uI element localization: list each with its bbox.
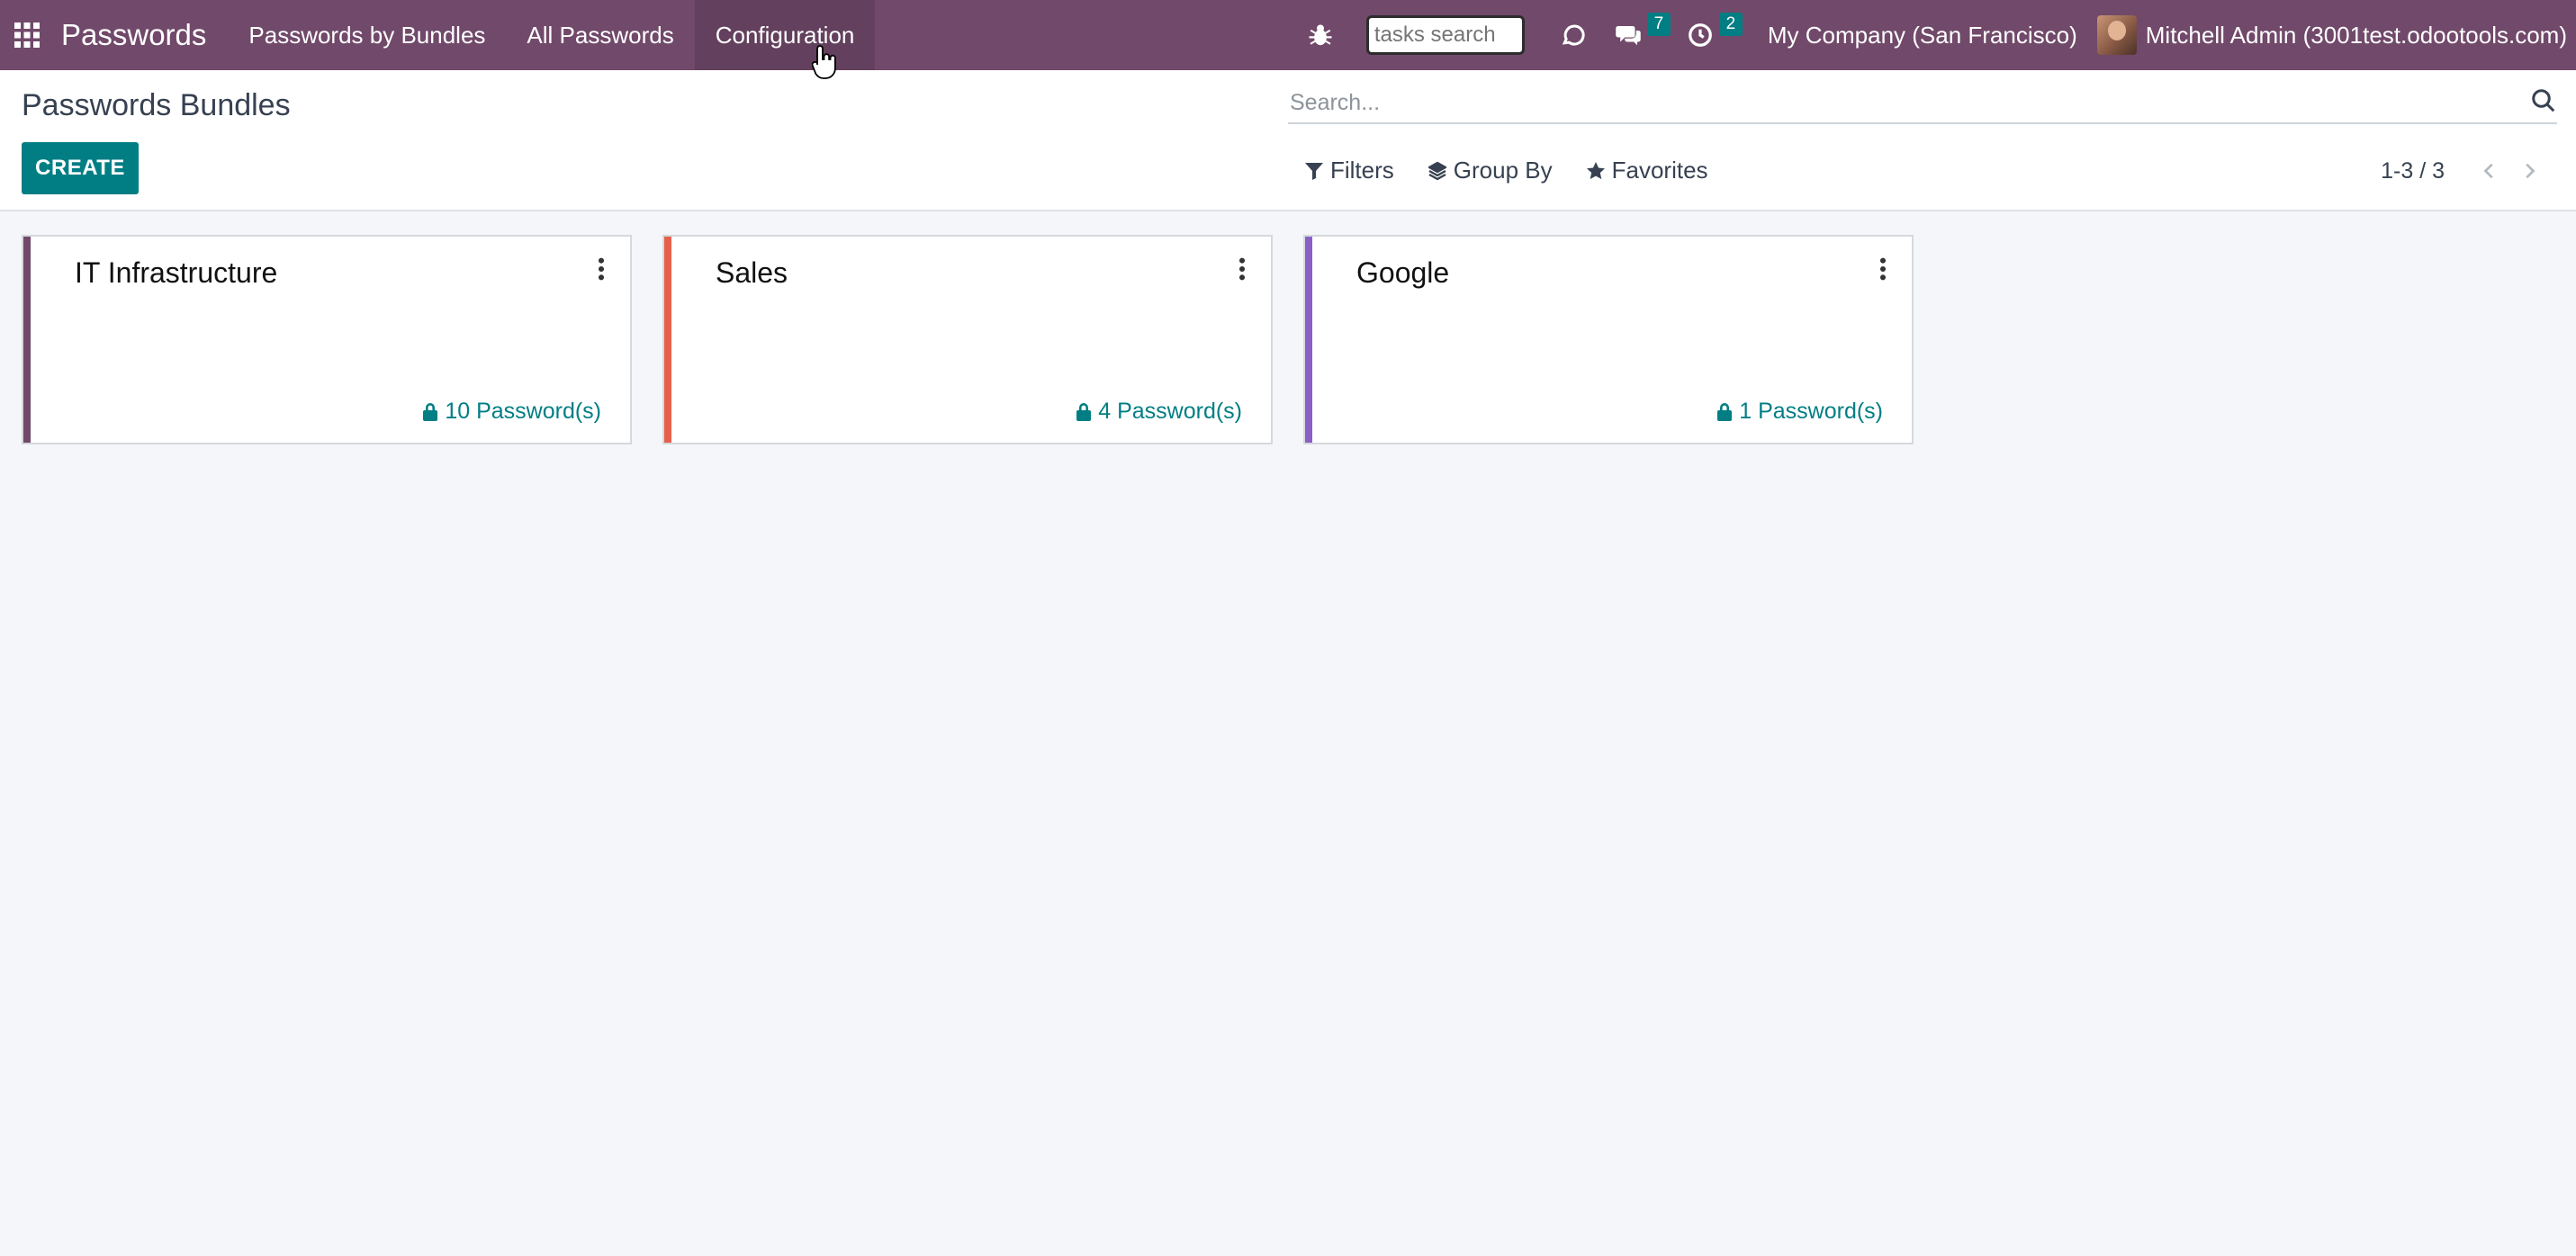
card-count-label: 4 Password(s) [1098, 399, 1242, 424]
search-input[interactable] [1288, 89, 2530, 116]
card-count-label: 1 Password(s) [1739, 399, 1883, 424]
control-panel: Passwords Bundles CREATE Filters Group B… [0, 70, 2576, 211]
messages-badge: 7 [1646, 13, 1671, 36]
pager-next-icon[interactable] [2509, 153, 2549, 189]
company-switcher[interactable]: My Company (San Francisco) [1744, 22, 2097, 49]
search-icon[interactable] [2530, 87, 2557, 119]
menu-configuration[interactable]: Configuration [694, 0, 876, 70]
favorites-label: Favorites [1611, 157, 1708, 184]
search-bar [1288, 83, 2557, 124]
voip-phone-icon[interactable] [1545, 0, 1600, 70]
filters-label: Filters [1330, 157, 1394, 184]
navbar-systray: 7 2 My Company (San Francisco) Mitchell … [1293, 0, 2576, 70]
pager-value[interactable]: 1-3 / 3 [2381, 158, 2445, 184]
card-title: Google [1356, 256, 1450, 289]
card-color-stripe [664, 237, 671, 443]
card-password-count[interactable]: 4 Password(s) [1075, 399, 1242, 425]
favorites-button[interactable]: Favorites [1585, 157, 1708, 184]
group-by-label: Group By [1453, 157, 1553, 184]
card-password-count[interactable]: 10 Password(s) [421, 399, 601, 425]
create-button[interactable]: CREATE [22, 142, 139, 194]
apps-grid-icon[interactable] [0, 0, 54, 70]
card-dropdown-icon[interactable] [1874, 256, 1892, 283]
user-menu[interactable]: Mitchell Admin (3001test.odootools.com) [2096, 15, 2576, 55]
messages-icon[interactable]: 7 [1600, 0, 1672, 70]
top-navbar: Passwords Passwords by Bundles All Passw… [0, 0, 2576, 70]
menu-all-passwords[interactable]: All Passwords [506, 0, 694, 70]
card-dropdown-icon[interactable] [1233, 256, 1251, 283]
page-title: Passwords Bundles [22, 88, 291, 122]
user-avatar [2096, 15, 2137, 55]
user-name: Mitchell Admin (3001test.odootools.com) [2145, 21, 2567, 49]
card-color-stripe [1305, 237, 1312, 443]
pager: 1-3 / 3 [2381, 153, 2549, 189]
lock-icon [1717, 402, 1733, 421]
layers-icon [1428, 161, 1446, 180]
card-password-count[interactable]: 1 Password(s) [1716, 399, 1883, 425]
activities-clock-icon[interactable]: 2 [1672, 0, 1744, 70]
card-title: Sales [716, 256, 788, 289]
menu-passwords-by-bundles[interactable]: Passwords by Bundles [228, 0, 506, 70]
lock-icon [423, 402, 438, 421]
search-options: Filters Group By Favorites [1303, 157, 1741, 184]
debug-bug-icon[interactable] [1293, 0, 1348, 70]
activities-badge: 2 [1718, 13, 1743, 36]
filters-button[interactable]: Filters [1303, 157, 1394, 184]
filter-icon [1305, 162, 1323, 180]
mouse-pointer-icon [812, 45, 836, 79]
kanban-view: IT Infrastructure 10 Password(s) Sales 4… [22, 235, 1914, 444]
kanban-card[interactable]: IT Infrastructure 10 Password(s) [22, 235, 632, 444]
card-color-stripe [23, 237, 31, 443]
group-by-button[interactable]: Group By [1427, 157, 1553, 184]
app-brand[interactable]: Passwords [54, 0, 228, 70]
pager-previous-icon[interactable] [2470, 153, 2509, 189]
kanban-card[interactable]: Sales 4 Password(s) [662, 235, 1273, 444]
star-icon [1586, 161, 1605, 179]
kanban-card[interactable]: Google 1 Password(s) [1303, 235, 1914, 444]
tasks-search-input[interactable] [1365, 15, 1525, 55]
card-title: IT Infrastructure [75, 256, 278, 289]
card-dropdown-icon[interactable] [592, 256, 610, 283]
card-count-label: 10 Password(s) [445, 399, 601, 424]
lock-icon [1076, 402, 1092, 421]
